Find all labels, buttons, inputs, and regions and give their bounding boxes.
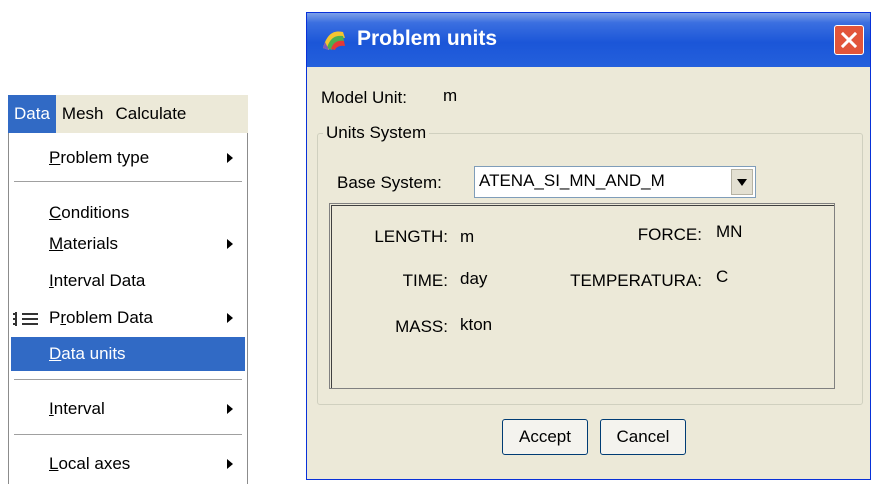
submenu-arrow-icon — [227, 313, 233, 323]
submenu-arrow-icon — [227, 459, 233, 469]
menu-item-interval[interactable]: Interval — [9, 392, 247, 426]
menu-item-label: Interval Data — [49, 271, 146, 290]
model-unit-label: Model Unit: — [321, 88, 407, 107]
mass-value: kton — [460, 315, 493, 334]
accept-button[interactable]: Accept — [502, 419, 588, 455]
temperatura-value: C — [716, 267, 729, 286]
temperatura-label: TEMPERATURA: — [570, 271, 702, 290]
menu-separator — [14, 379, 242, 381]
length-value: m — [460, 227, 475, 246]
submenu-arrow-icon — [227, 153, 233, 163]
time-value: day — [460, 269, 488, 288]
submenu-arrow-icon — [227, 239, 233, 249]
menu-data[interactable]: Data — [8, 95, 56, 133]
menu-separator — [14, 181, 242, 183]
model-unit-value: m — [443, 86, 458, 105]
menu-item-label: Local axes — [49, 454, 131, 473]
menu-item-label: Problem Data — [49, 308, 153, 327]
force-value: MN — [716, 222, 743, 241]
menu-separator — [14, 434, 242, 436]
menu-calculate[interactable]: Calculate — [110, 95, 193, 133]
time-label: TIME: — [402, 271, 448, 290]
menu-item-local-axes[interactable]: Local axes — [9, 447, 247, 481]
app-logo-icon — [323, 31, 345, 50]
menu-item-problem-type[interactable]: Problem type — [9, 141, 247, 175]
units-panel: LENGTH: m FORCE: MN TIME: day TEMPERATUR… — [329, 203, 835, 389]
menu-item-label: Data units — [49, 344, 126, 363]
menubar: Data Mesh Calculate — [8, 95, 248, 133]
data-dropdown-menu: Problem type Conditions Materials Interv… — [8, 133, 248, 484]
dialog-title: Problem units — [357, 27, 498, 50]
menu-item-conditions[interactable]: Conditions — [9, 196, 247, 230]
dialog-titlebar[interactable]: Problem units — [307, 13, 870, 67]
menu-item-label: Problem type — [49, 148, 150, 167]
base-system-label: Base System: — [337, 173, 442, 192]
menu-item-label: Materials — [49, 234, 118, 253]
menu-item-materials[interactable]: Materials — [9, 227, 247, 261]
chevron-down-icon — [737, 179, 747, 186]
submenu-arrow-icon — [227, 404, 233, 414]
base-system-select[interactable]: ATENA_SI_MN_AND_M — [474, 166, 756, 198]
units-system-title: Units System — [323, 123, 430, 143]
menu-item-problem-data[interactable]: Problem Data — [9, 301, 247, 335]
close-button[interactable] — [834, 25, 864, 55]
dropdown-arrow-button[interactable] — [731, 169, 753, 195]
force-label: FORCE: — [637, 225, 702, 244]
menu-item-interval-data[interactable]: Interval Data — [9, 264, 247, 298]
mass-label: MASS: — [395, 317, 448, 336]
menu-mesh[interactable]: Mesh — [56, 95, 110, 133]
menu-item-data-units[interactable]: Data units — [11, 337, 245, 371]
cancel-button[interactable]: Cancel — [600, 419, 686, 455]
list-lines-icon — [13, 312, 38, 326]
close-icon — [840, 31, 858, 49]
length-label: LENGTH: — [374, 227, 448, 246]
menu-item-label: Conditions — [49, 203, 130, 222]
problem-units-dialog: Problem units Model Unit: m Units System… — [306, 12, 871, 480]
base-system-value: ATENA_SI_MN_AND_M — [479, 171, 665, 190]
menu-item-label: Interval — [49, 399, 105, 418]
